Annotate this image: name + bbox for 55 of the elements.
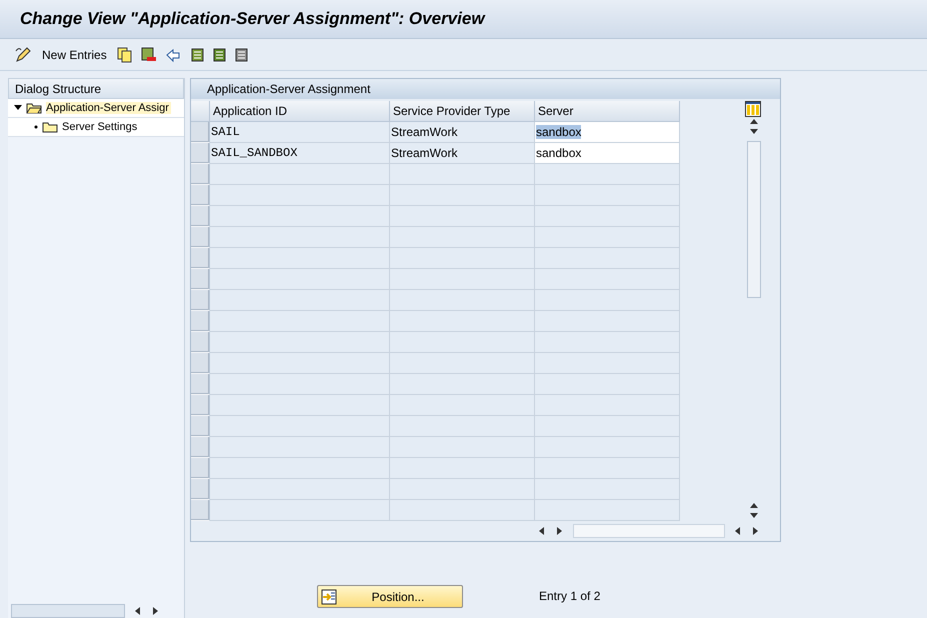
row-selector[interactable] [191,332,210,353]
new-entries-button[interactable]: New Entries [40,44,109,66]
row-selector[interactable] [191,164,210,185]
document-icon[interactable] [212,48,227,62]
column-settings-icon[interactable] [745,101,761,117]
document-icon[interactable] [234,48,249,62]
row-selector[interactable] [191,248,210,269]
row-selector[interactable] [191,122,210,143]
table-cell: StreamWork [390,122,535,143]
table-cell: StreamWork [390,143,535,164]
column-header[interactable]: Application ID [210,101,390,122]
copy-icon[interactable] [116,46,133,62]
open-folder-icon [26,102,42,114]
row-selector[interactable] [191,437,210,458]
row-selector[interactable] [191,311,210,332]
scroll-up-icon[interactable] [749,501,759,511]
scroll-left-icon[interactable] [733,526,743,536]
row-selector[interactable] [191,227,210,248]
folder-icon [42,121,58,133]
row-selector[interactable] [191,290,210,311]
scroll-left-icon[interactable] [537,526,547,536]
table-cell: SAIL_SANDBOX [210,143,390,164]
scrollbar-thumb[interactable] [573,524,725,538]
row-selector[interactable] [191,416,210,437]
row-selector[interactable] [191,353,210,374]
column-header[interactable]: Server [535,101,680,122]
delete-icon[interactable] [140,46,157,62]
input-field[interactable]: sandbox [535,122,680,143]
row-selector[interactable] [191,143,210,164]
bullet-icon [34,125,38,129]
scrollbar-thumb[interactable] [747,141,761,298]
row-selector[interactable] [191,374,210,395]
table-cell: SAIL [210,122,390,143]
row-selector[interactable] [191,185,210,206]
row-selector[interactable] [191,395,210,416]
document-icon[interactable] [190,48,205,62]
scroll-left-icon[interactable] [133,606,143,616]
position-button[interactable]: Position... [317,585,463,608]
column-header[interactable]: Service Provider Type [390,101,535,122]
position-icon [321,588,337,604]
row-selector-header[interactable] [191,101,210,122]
entry-count: Entry 1 of 2 [539,588,600,605]
tree-item[interactable]: Application-Server Assigr [46,102,171,114]
row-selector[interactable] [191,479,210,500]
row-selector[interactable] [191,269,210,290]
panel-header: Dialog Structure [8,78,184,99]
row-selector[interactable] [191,500,210,521]
input-field[interactable]: sandbox [535,143,680,164]
row-selector[interactable] [191,206,210,227]
scrollbar-thumb[interactable] [11,604,125,618]
expand-arrow-icon[interactable] [14,104,22,112]
pencil-icon[interactable] [14,46,32,64]
table-title: Application-Server Assignment [191,79,780,99]
row-selector[interactable] [191,458,210,479]
window-title: Change View "Application-Server Assignment": Overview [20,9,485,29]
